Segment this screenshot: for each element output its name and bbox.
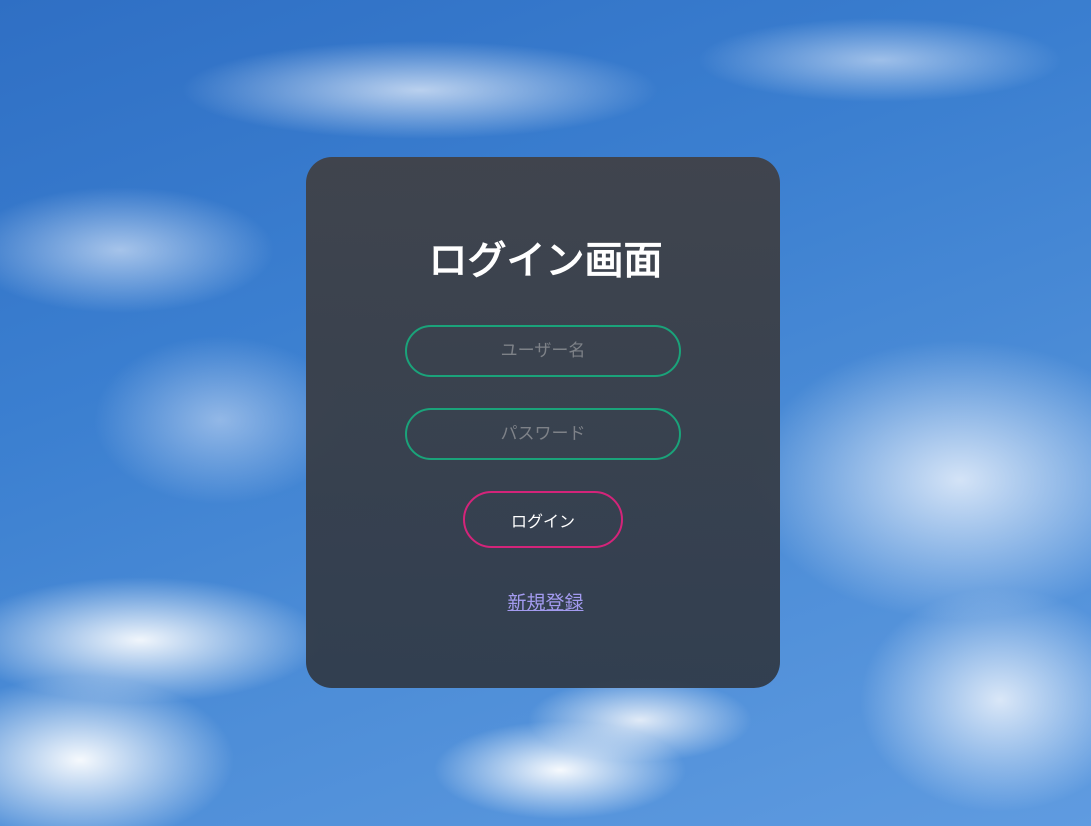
register-link[interactable]: 新規登録 bbox=[507, 592, 583, 614]
register-link-container: 新規登録 bbox=[0, 590, 1091, 616]
username-input[interactable] bbox=[405, 325, 681, 377]
login-button[interactable]: ログイン bbox=[463, 491, 623, 548]
page-title: ログイン画面 bbox=[428, 239, 663, 284]
password-input[interactable] bbox=[405, 408, 681, 460]
